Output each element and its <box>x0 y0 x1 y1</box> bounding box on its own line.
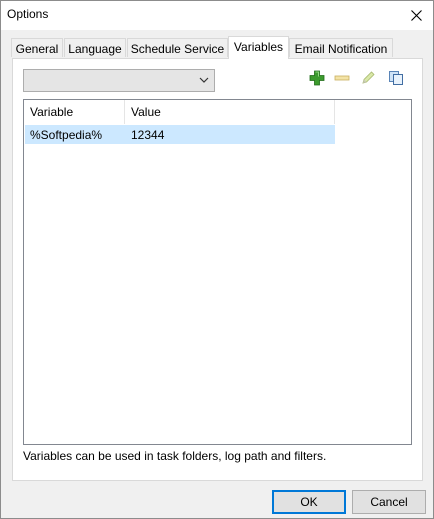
table-row[interactable]: %Softpedia% 12344 <box>25 125 335 144</box>
tab-variables[interactable]: Variables <box>228 36 289 59</box>
options-dialog: Options General Language Schedule Servic… <box>0 0 434 519</box>
copy-icon <box>389 71 403 85</box>
pencil-icon <box>362 71 375 84</box>
ok-button[interactable]: OK <box>272 490 346 514</box>
remove-variable-button[interactable] <box>332 68 352 88</box>
variables-panel: Variable Value %Softpedia% 12344 Variabl… <box>12 58 423 481</box>
variables-list[interactable]: Variable Value %Softpedia% 12344 <box>23 99 412 445</box>
tab-email-notification[interactable]: Email Notification <box>289 38 393 57</box>
plus-icon <box>309 70 325 86</box>
add-variable-button[interactable] <box>307 68 327 88</box>
tab-general[interactable]: General <box>11 38 63 57</box>
chevron-down-icon <box>199 77 209 83</box>
tab-label: Variables <box>233 40 284 54</box>
edit-variable-button[interactable] <box>358 68 378 88</box>
column-header-variable[interactable]: Variable <box>24 100 125 124</box>
close-button[interactable] <box>403 3 429 27</box>
close-icon <box>410 9 422 21</box>
copy-variable-button[interactable] <box>386 68 406 88</box>
column-header-value[interactable]: Value <box>125 100 335 124</box>
tab-label: Email Notification <box>294 42 388 56</box>
variable-combo[interactable] <box>23 69 215 92</box>
window-title: Options <box>7 7 49 21</box>
value-cell: 12344 <box>131 128 165 142</box>
tab-schedule-service[interactable]: Schedule Service <box>127 38 228 57</box>
tab-label: General <box>15 42 59 56</box>
variable-cell: %Softpedia% <box>30 128 103 142</box>
column-header-label: Variable <box>30 105 74 119</box>
cancel-label: Cancel <box>370 495 408 509</box>
title-bar: Options <box>1 1 433 30</box>
variables-hint: Variables can be used in task folders, l… <box>23 449 327 463</box>
ok-label: OK <box>300 495 318 509</box>
tab-language[interactable]: Language <box>64 38 126 57</box>
tab-label: Language <box>68 42 122 56</box>
cancel-button[interactable]: Cancel <box>352 490 426 514</box>
tab-label: Schedule Service <box>130 42 225 56</box>
minus-icon <box>334 75 350 81</box>
column-header-label: Value <box>131 105 161 119</box>
